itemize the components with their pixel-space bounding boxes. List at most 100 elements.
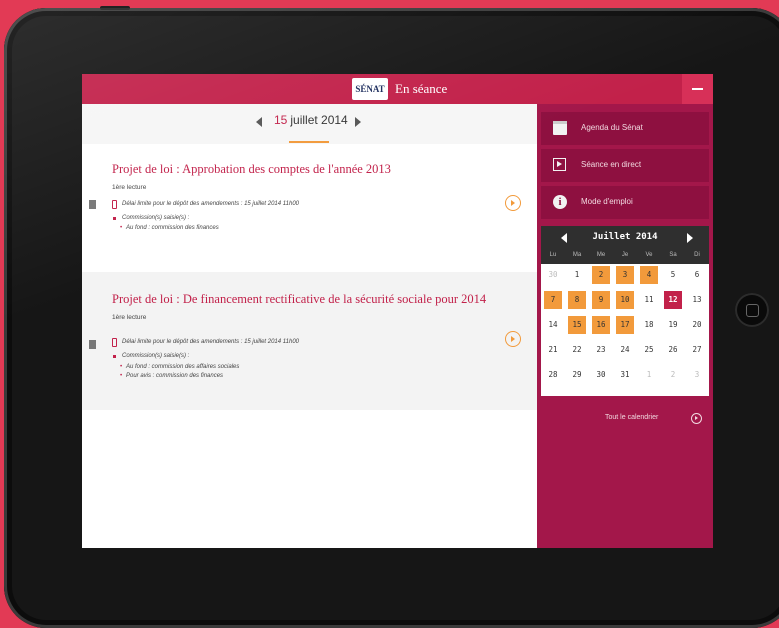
weekday-label: Ve [645, 252, 653, 258]
top-bar: SÉNAT En séance [82, 74, 713, 104]
session-content: 15 juillet 2014 Projet de loi : Approbati… [82, 104, 537, 548]
collapse-button[interactable] [682, 74, 713, 104]
home-button[interactable] [735, 293, 769, 327]
next-month-arrow-icon[interactable] [687, 233, 693, 243]
date-day: 15 [274, 113, 288, 127]
drag-handle-icon[interactable] [89, 340, 96, 349]
open-item-button[interactable] [505, 195, 521, 211]
weekday-label: Ma [572, 252, 582, 258]
calendar-day[interactable]: 13 [688, 291, 706, 309]
agenda-item[interactable]: Projet de loi : De financement rectifica… [82, 272, 537, 410]
calendar-day[interactable]: 31 [616, 366, 634, 384]
agenda-du-senat-button[interactable]: Agenda du Sénat [541, 112, 709, 145]
hourglass-icon [112, 200, 117, 209]
calendar-day[interactable]: 30 [544, 266, 562, 284]
menu-label: Agenda du Sénat [581, 123, 643, 132]
calendar-day[interactable]: 25 [640, 341, 658, 359]
calendar-day[interactable]: 22 [568, 341, 586, 359]
app-screen: SÉNAT En séance 15 juillet 2014 Projet de… [82, 74, 713, 548]
calendar-month: Juillet 2014 [592, 232, 658, 242]
info-icon: i [553, 195, 567, 209]
minus-icon [692, 88, 703, 90]
calendar-day[interactable]: 18 [640, 316, 658, 334]
calendar-day[interactable]: 28 [544, 366, 562, 384]
hourglass-icon [112, 338, 117, 347]
item-lecture: 1ère lecture [112, 184, 147, 191]
item-title[interactable]: Projet de loi : Approbation des comptes … [112, 162, 391, 177]
drag-handle-icon[interactable] [89, 200, 96, 209]
weekday-label: Sa [669, 252, 677, 258]
calendar-day[interactable]: 3 [616, 266, 634, 284]
calendar-icon [553, 121, 567, 135]
chevron-right-circle-icon [691, 413, 702, 424]
date-underline [289, 141, 329, 143]
item-deadline: Délai limite pour le dépôt des amendemen… [122, 201, 299, 207]
calendar-day[interactable]: 27 [688, 341, 706, 359]
calendar-day[interactable]: 6 [688, 266, 706, 284]
calendar-day[interactable]: 4 [640, 266, 658, 284]
calendar-day[interactable]: 17 [616, 316, 634, 334]
weekday-label: Me [596, 252, 606, 258]
calendar-day[interactable]: 14 [544, 316, 562, 334]
all-calendar-link[interactable]: Tout le calendrier [541, 404, 709, 432]
item-title[interactable]: Projet de loi : De financement rectifica… [112, 292, 486, 307]
commission-entry: Au fond : commission des affaires social… [120, 364, 239, 370]
bullet-square-icon [113, 217, 116, 220]
next-day-arrow-icon[interactable] [355, 117, 361, 127]
page-title: En séance [395, 81, 448, 96]
calendar-day[interactable]: 21 [544, 341, 562, 359]
calendar-day[interactable]: 12 [664, 291, 682, 309]
home-square-icon [746, 304, 759, 317]
calendar-day[interactable]: 29 [568, 366, 586, 384]
calendar-day[interactable]: 24 [616, 341, 634, 359]
weekday-row: Lu Ma Me Je Ve Sa Di [541, 250, 709, 264]
menu-label: Mode d'emploi [581, 197, 633, 206]
calendar-day[interactable]: 1 [568, 266, 586, 284]
calendar-day[interactable]: 3 [688, 366, 706, 384]
weekday-label: Di [694, 252, 700, 258]
commission-label: Commission(s) saisie(s) : [122, 353, 190, 359]
date-navigator: 15 juillet 2014 [82, 104, 537, 144]
calendar-day[interactable]: 9 [592, 291, 610, 309]
previous-day-arrow-icon[interactable] [256, 117, 262, 127]
calendar-day[interactable]: 20 [688, 316, 706, 334]
calendar-day[interactable]: 10 [616, 291, 634, 309]
speaker-grille [100, 6, 130, 10]
open-item-button[interactable] [505, 331, 521, 347]
calendar-day[interactable]: 1 [640, 366, 658, 384]
menu-label: Séance en direct [581, 160, 642, 169]
mode-emploi-button[interactable]: i Mode d'emploi [541, 186, 709, 219]
mini-calendar: Juillet 2014 Lu Ma Me Je Ve Sa Di 30 1 2 3 4 5 6 7 8 9 1… [541, 226, 709, 396]
calendar-day[interactable]: 8 [568, 291, 586, 309]
item-lecture: 1ère lecture [112, 314, 147, 321]
chevron-right-icon [511, 336, 515, 342]
calendar-day[interactable]: 26 [664, 341, 682, 359]
seance-en-direct-button[interactable]: Séance en direct [541, 149, 709, 182]
calendar-day[interactable]: 23 [592, 341, 610, 359]
commission-entry: Au fond : commission des finances [120, 225, 219, 231]
calendar-day[interactable]: 16 [592, 316, 610, 334]
weekday-label: Je [621, 252, 629, 258]
all-calendar-label: Tout le calendrier [605, 414, 659, 421]
calendar-day[interactable]: 11 [640, 291, 658, 309]
weekday-label: Lu [549, 252, 557, 258]
commission-label: Commission(s) saisie(s) : [122, 215, 190, 221]
chevron-right-icon [511, 200, 515, 206]
calendar-day[interactable]: 15 [568, 316, 586, 334]
senat-logo: SÉNAT [352, 78, 388, 100]
video-play-icon [553, 158, 566, 171]
calendar-day[interactable]: 30 [592, 366, 610, 384]
bullet-square-icon [113, 355, 116, 358]
current-date: 15 juillet 2014 [274, 113, 348, 127]
agenda-item[interactable]: Projet de loi : Approbation des comptes … [82, 144, 537, 272]
calendar-day[interactable]: 7 [544, 291, 562, 309]
calendar-day[interactable]: 2 [664, 366, 682, 384]
sidebar: Agenda du Sénat Séance en direct i Mode … [537, 104, 713, 548]
calendar-day[interactable]: 2 [592, 266, 610, 284]
commission-entry: Pour avis : commission des finances [120, 373, 223, 379]
item-deadline: Délai limite pour le dépôt des amendemen… [122, 339, 299, 345]
calendar-header: Juillet 2014 [541, 226, 709, 250]
calendar-day[interactable]: 19 [664, 316, 682, 334]
calendar-day[interactable]: 5 [664, 266, 682, 284]
date-month-year: juillet 2014 [290, 113, 348, 127]
